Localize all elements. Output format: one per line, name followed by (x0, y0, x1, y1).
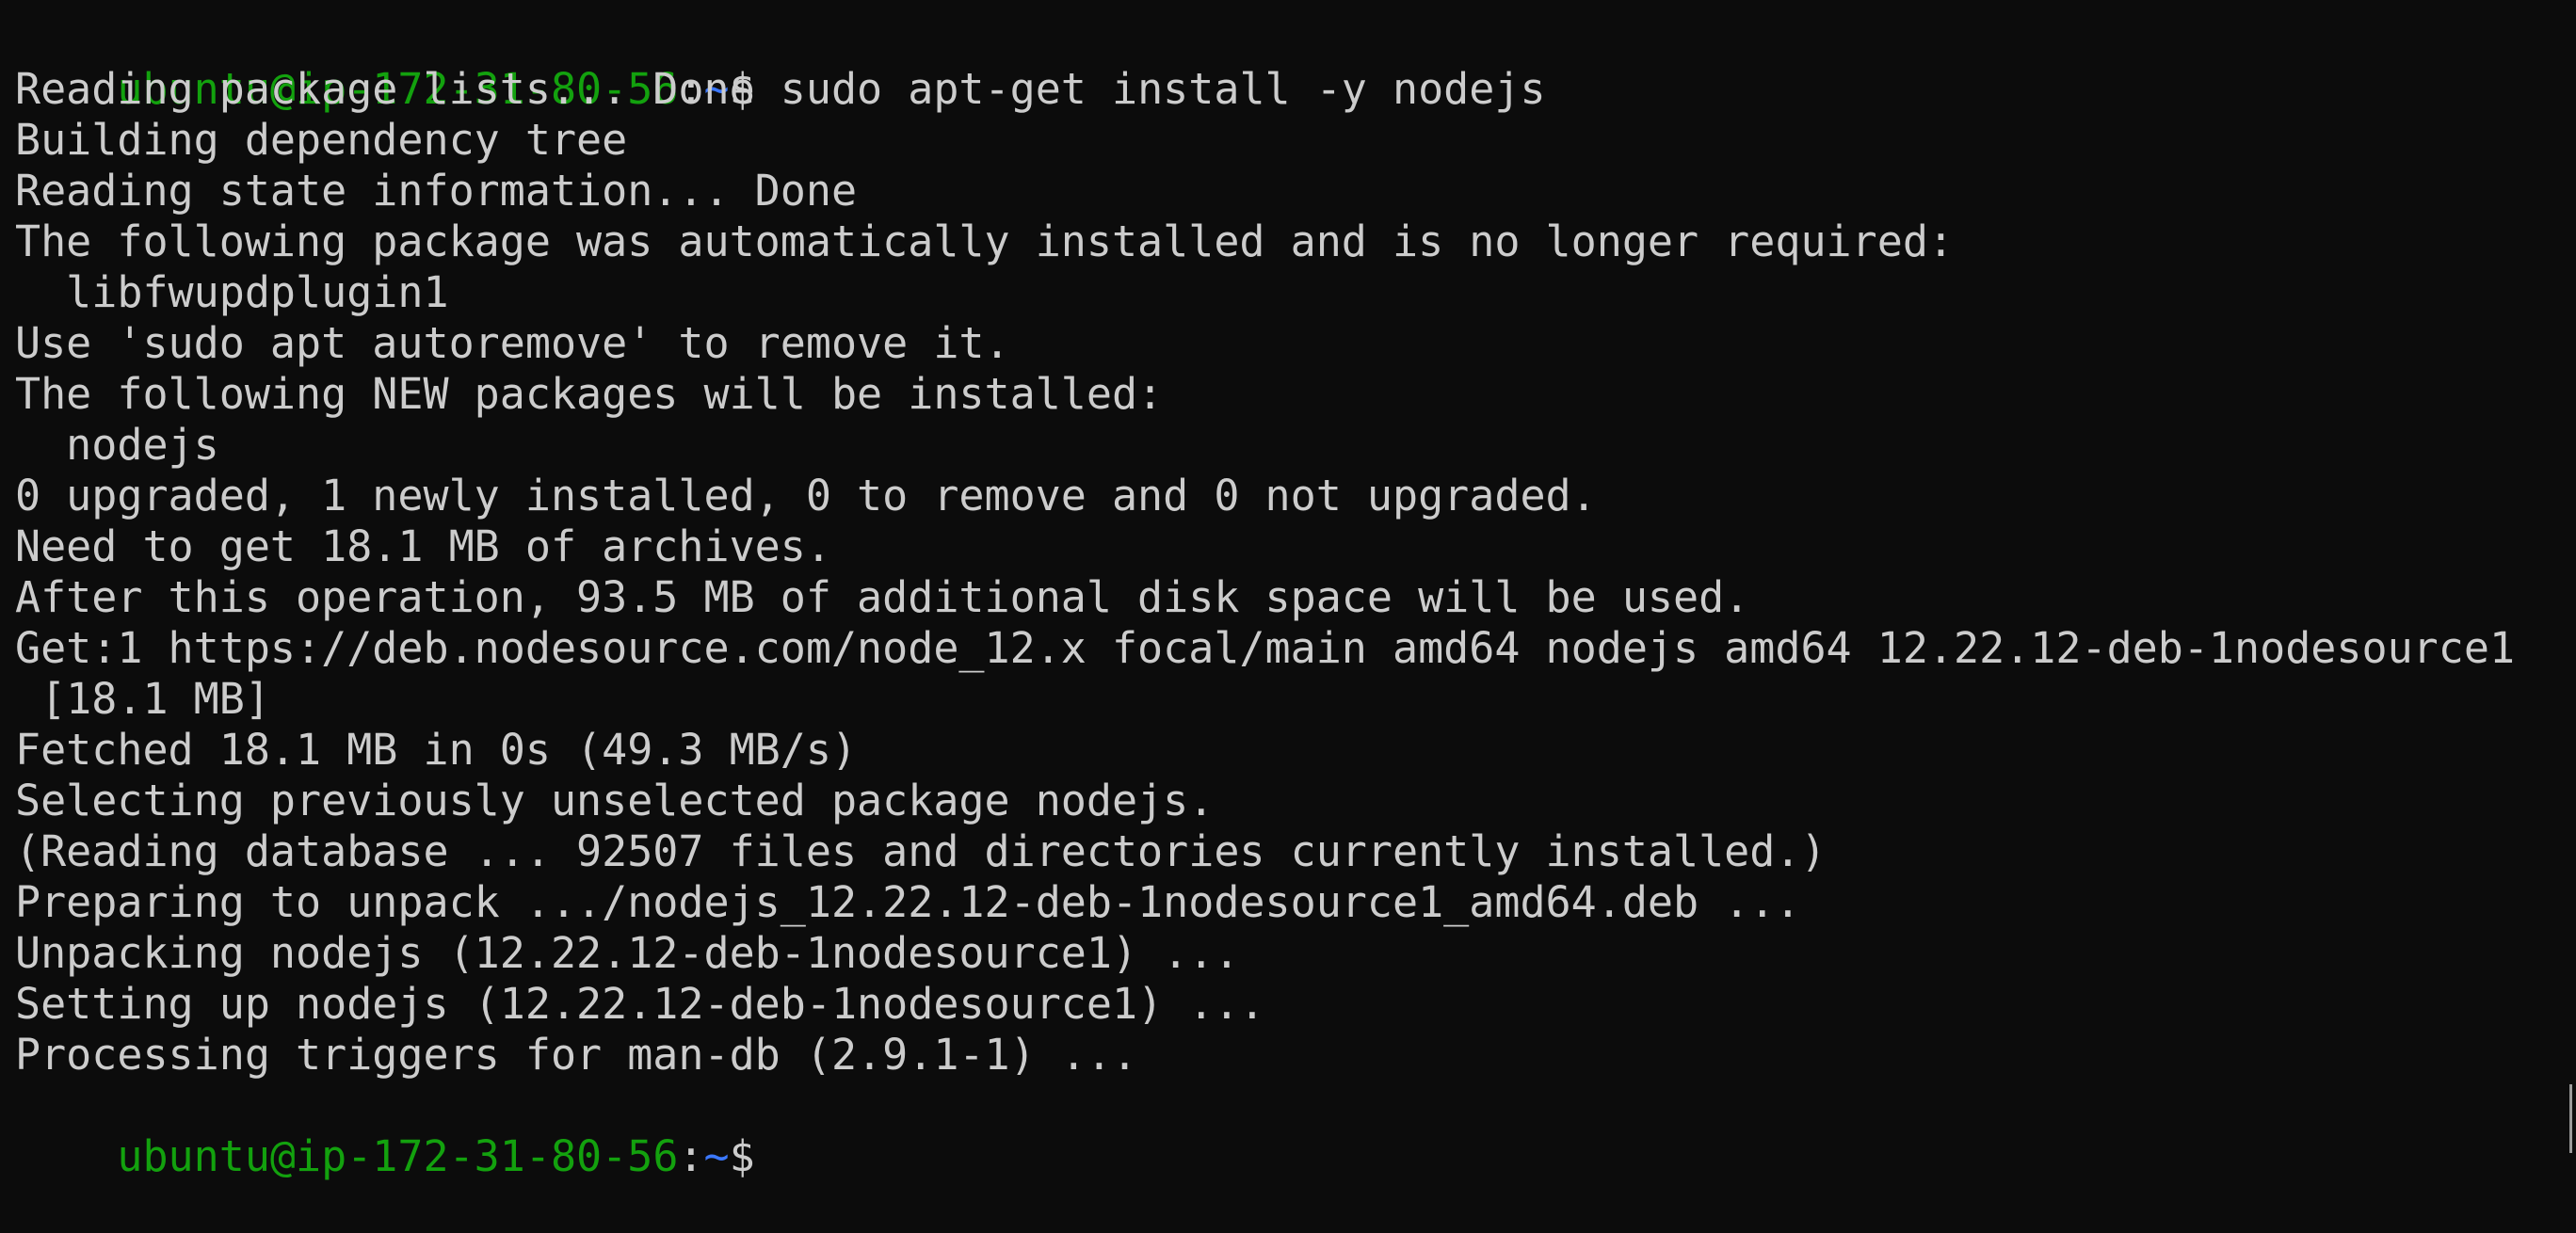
command-text: sudo apt-get install -y nodejs (780, 64, 1546, 114)
output-line: 0 upgraded, 1 newly installed, 0 to remo… (15, 471, 1597, 520)
output-line: Setting up nodejs (12.22.12-deb-1nodesou… (15, 979, 1265, 1029)
output-line: Processing triggers for man-db (2.9.1-1)… (15, 1030, 1138, 1080)
output-line: Building dependency tree (15, 115, 628, 165)
current-prompt-line[interactable]: ubuntu@ip-172-31-80-56:~$ (15, 1081, 2576, 1181)
output-line: Unpacking nodejs (12.22.12-deb-1nodesour… (15, 928, 1240, 978)
prompt-symbol: $ (729, 1131, 781, 1181)
output-line: nodejs (15, 420, 219, 470)
output-line: Fetched 18.1 MB in 0s (49.3 MB/s) (15, 725, 858, 775)
command-line: ubuntu@ip-172-31-80-56:~$ sudo apt-get i… (15, 13, 2576, 114)
output-line: The following NEW packages will be insta… (15, 369, 1164, 419)
scrollbar-thumb[interactable] (2569, 1084, 2572, 1153)
prompt-path: ~ (703, 1131, 730, 1181)
output-line: Preparing to unpack .../nodejs_12.22.12-… (15, 877, 1801, 927)
prompt-separator: : (678, 1131, 704, 1181)
output-line: (Reading database ... 92507 files and di… (15, 826, 1827, 876)
output-line: Need to get 18.1 MB of archives. (15, 521, 831, 571)
output-line: libfwupdplugin1 (15, 267, 449, 317)
output-line: [18.1 MB] (15, 674, 270, 724)
output-line: Selecting previously unselected package … (15, 776, 1215, 825)
output-line: The following package was automatically … (15, 216, 1955, 266)
output-line: Get:1 https://deb.nodesource.com/node_12… (15, 623, 2516, 673)
output-line: Reading state information... Done (15, 166, 858, 216)
terminal-window[interactable]: ubuntu@ip-172-31-80-56:~$ sudo apt-get i… (0, 0, 2576, 1181)
prompt-user-host: ubuntu@ip-172-31-80-56 (117, 1131, 679, 1181)
output-line: After this operation, 93.5 MB of additio… (15, 572, 1750, 622)
output-line: Use 'sudo apt autoremove' to remove it. (15, 318, 1010, 368)
